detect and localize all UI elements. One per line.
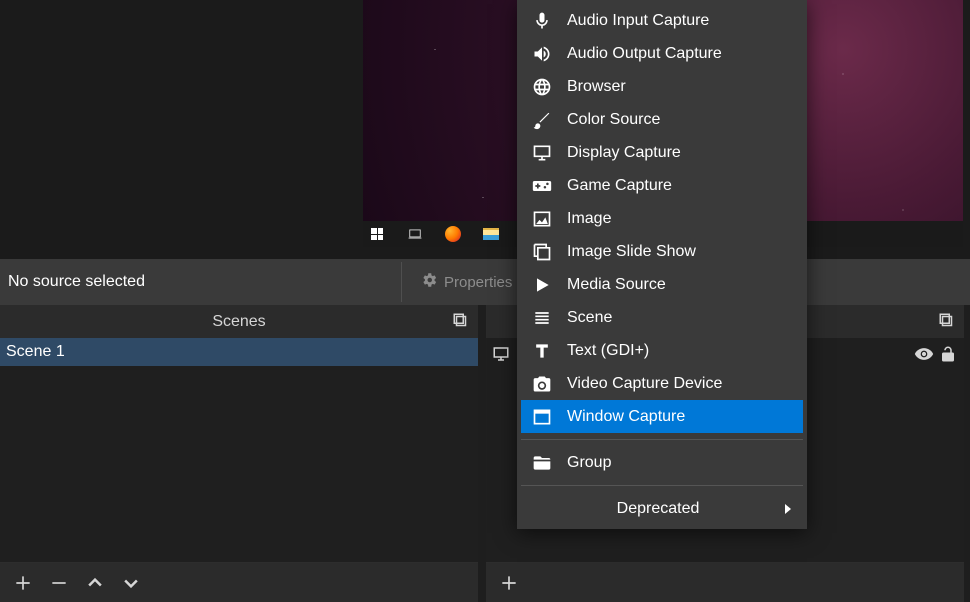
separator xyxy=(401,262,402,302)
menu-label: Display Capture xyxy=(567,144,681,162)
chevron-right-icon xyxy=(785,504,791,514)
remove-scene-button[interactable] xyxy=(44,568,74,598)
menu-item-text-gdi-[interactable]: Text (GDI+) xyxy=(521,334,803,367)
globe-icon xyxy=(531,76,553,98)
play-icon xyxy=(531,274,553,296)
menu-item-color-source[interactable]: Color Source xyxy=(521,103,803,136)
folder-icon xyxy=(531,452,553,474)
menu-label: Video Capture Device xyxy=(567,375,722,393)
menu-label: Audio Output Capture xyxy=(567,45,722,63)
move-scene-down-button[interactable] xyxy=(116,568,146,598)
menu-label: Media Source xyxy=(567,276,666,294)
panels-row: Scenes Scene 1 Sources xyxy=(0,305,970,602)
menu-label: Browser xyxy=(567,78,626,96)
gamepad-icon xyxy=(531,175,553,197)
monitor-icon xyxy=(531,142,553,164)
firefox-icon[interactable] xyxy=(443,224,463,244)
no-source-selected-label: No source selected xyxy=(0,273,393,291)
menu-separator xyxy=(521,485,803,486)
properties-button[interactable]: Properties xyxy=(410,265,522,299)
scene-item[interactable]: Scene 1 xyxy=(0,338,478,366)
monitor-icon xyxy=(490,345,512,363)
gear-icon xyxy=(420,271,438,293)
scenes-title: Scenes xyxy=(212,313,265,331)
scenes-header: Scenes xyxy=(0,305,478,338)
menu-item-scene[interactable]: Scene xyxy=(521,301,803,334)
speaker-icon xyxy=(531,43,553,65)
scenes-list[interactable]: Scene 1 xyxy=(0,338,478,562)
menu-item-game-capture[interactable]: Game Capture xyxy=(521,169,803,202)
menu-item-group[interactable]: Group xyxy=(521,446,803,479)
menu-item-image[interactable]: Image xyxy=(521,202,803,235)
menu-label: Window Capture xyxy=(567,408,685,426)
menu-item-audio-output-capture[interactable]: Audio Output Capture xyxy=(521,37,803,70)
properties-label: Properties xyxy=(444,274,512,291)
menu-label: Deprecated xyxy=(531,500,785,518)
scenes-toolbar xyxy=(0,562,478,602)
file-explorer-icon[interactable] xyxy=(481,224,501,244)
task-view-icon[interactable] xyxy=(405,224,425,244)
menu-item-video-capture-device[interactable]: Video Capture Device xyxy=(521,367,803,400)
visibility-toggle[interactable] xyxy=(912,344,936,364)
menu-label: Image xyxy=(567,210,611,228)
add-scene-button[interactable] xyxy=(8,568,38,598)
menu-item-window-capture[interactable]: Window Capture xyxy=(521,400,803,433)
camera-icon xyxy=(531,373,553,395)
float-icon[interactable] xyxy=(938,312,956,330)
menu-item-browser[interactable]: Browser xyxy=(521,70,803,103)
float-icon[interactable] xyxy=(452,312,470,330)
mic-icon xyxy=(531,10,553,32)
list-icon xyxy=(531,307,553,329)
status-bar: No source selected Properties xyxy=(0,259,970,305)
menu-label: Audio Input Capture xyxy=(567,12,709,30)
windows-start-icon[interactable] xyxy=(367,224,387,244)
slides-icon xyxy=(531,241,553,263)
menu-label: Color Source xyxy=(567,111,660,129)
add-source-button[interactable] xyxy=(494,568,524,598)
menu-separator xyxy=(521,439,803,440)
lock-toggle[interactable] xyxy=(936,345,960,363)
menu-label: Game Capture xyxy=(567,177,672,195)
window-icon xyxy=(531,406,553,428)
brush-icon xyxy=(531,109,553,131)
menu-label: Group xyxy=(567,454,611,472)
menu-item-media-source[interactable]: Media Source xyxy=(521,268,803,301)
menu-item-deprecated[interactable]: Deprecated xyxy=(521,492,803,525)
move-scene-up-button[interactable] xyxy=(80,568,110,598)
menu-item-image-slide-show[interactable]: Image Slide Show xyxy=(521,235,803,268)
menu-label: Text (GDI+) xyxy=(567,342,649,360)
add-source-menu: Audio Input Capture Audio Output Capture B… xyxy=(517,0,807,529)
scenes-panel: Scenes Scene 1 xyxy=(0,305,478,602)
image-icon xyxy=(531,208,553,230)
sources-toolbar xyxy=(486,562,964,602)
menu-item-audio-input-capture[interactable]: Audio Input Capture xyxy=(521,4,803,37)
menu-item-display-capture[interactable]: Display Capture xyxy=(521,136,803,169)
text-icon xyxy=(531,340,553,362)
preview-area xyxy=(0,0,970,259)
menu-label: Image Slide Show xyxy=(567,243,696,261)
menu-label: Scene xyxy=(567,309,612,327)
